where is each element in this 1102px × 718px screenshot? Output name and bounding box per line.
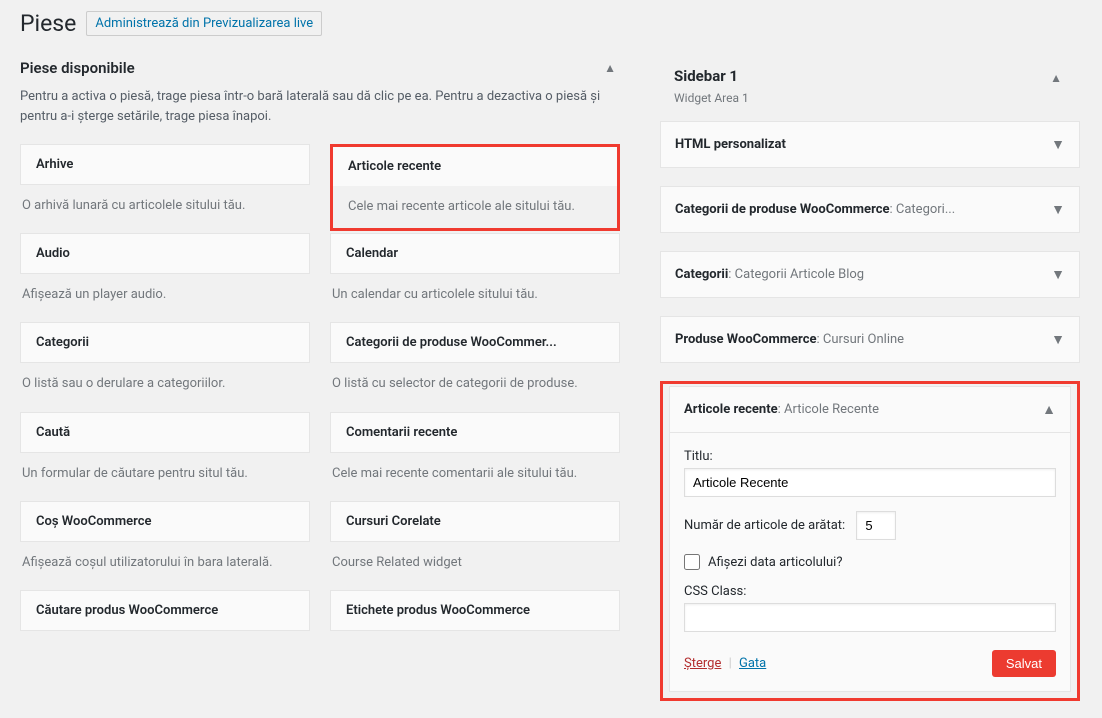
widget-available-categorii-woo[interactable]: Categorii de produse WooCommer... xyxy=(330,322,620,363)
page-title: Piese xyxy=(20,10,76,37)
widget-header-toggle[interactable]: Articole recente: Articole Recente ▲ xyxy=(670,387,1070,432)
widget-title: Categorii de produse WooCommerce xyxy=(675,202,890,217)
widget-title: Articole recente xyxy=(684,402,778,417)
widget-desc: Afișează coșul utilizatorului în bara la… xyxy=(20,542,310,590)
widget-desc: Course Related widget xyxy=(330,542,620,590)
widget-available-categorii[interactable]: Categorii xyxy=(20,322,310,363)
widget-title: Produse WooCommerce xyxy=(675,332,816,347)
live-preview-link[interactable]: Administrează din Previzualizarea live xyxy=(86,11,322,36)
title-input[interactable] xyxy=(684,468,1056,497)
sidebar-widget-articole-recente-open: Articole recente: Articole Recente ▲ Tit… xyxy=(669,386,1071,692)
count-input[interactable] xyxy=(856,511,896,540)
widget-desc: O arhivă lunară cu articolele sitului tă… xyxy=(20,185,310,233)
chevron-down-icon: ▼ xyxy=(1051,266,1065,283)
widget-available-audio[interactable]: Audio xyxy=(20,233,310,274)
widget-available-cursuri[interactable]: Cursuri Corelate xyxy=(330,501,620,542)
widget-desc: Cele mai recente articole ale sitului tă… xyxy=(333,186,617,228)
widget-available-comentarii[interactable]: Comentarii recente xyxy=(330,412,620,453)
sidebar-widget-categorii[interactable]: Categorii: Categorii Articole Blog ▼ xyxy=(660,251,1080,298)
widget-desc: Cele mai recente comentarii ale sitului … xyxy=(330,453,620,501)
widget-available-cauta[interactable]: Caută xyxy=(20,412,310,453)
widget-title: HTML personalizat xyxy=(675,137,786,152)
title-label: Titlu: xyxy=(684,449,1056,464)
widget-available-calendar[interactable]: Calendar xyxy=(330,233,620,274)
separator: | xyxy=(729,656,732,671)
show-date-checkbox[interactable] xyxy=(684,554,700,570)
collapse-available-icon[interactable]: ▲ xyxy=(600,57,620,79)
widget-desc: Afișează un player audio. xyxy=(20,274,310,322)
sidebar-area-subtitle: Widget Area 1 xyxy=(674,91,749,105)
chevron-down-icon: ▼ xyxy=(1051,136,1065,153)
saved-button[interactable]: Salvat xyxy=(992,650,1056,677)
widget-available-etichete-produs[interactable]: Etichete produs WooCommerce xyxy=(330,590,620,631)
chevron-up-icon: ▲ xyxy=(1042,401,1056,418)
chevron-down-icon: ▼ xyxy=(1051,201,1065,218)
done-link[interactable]: Gata xyxy=(739,656,766,671)
widget-available-arhive[interactable]: Arhive xyxy=(20,144,310,185)
widget-desc: Un formular de căutare pentru situl tău. xyxy=(20,453,310,501)
available-widgets-title: Piese disponibile xyxy=(20,59,135,77)
widget-subtitle: : Categori... xyxy=(890,202,956,217)
cssclass-label: CSS Class: xyxy=(684,584,1056,599)
widget-desc: O listă sau o derulare a categoriilor. xyxy=(20,363,310,411)
sidebar-widget-produse-woo[interactable]: Produse WooCommerce: Cursuri Online ▼ xyxy=(660,316,1080,363)
sidebar-area-title: Sidebar 1 xyxy=(674,67,749,85)
widget-subtitle: : Articole Recente xyxy=(778,402,879,417)
widget-subtitle: : Categorii Articole Blog xyxy=(728,267,864,282)
widget-available-articole-recente[interactable]: Articole recente xyxy=(333,147,617,186)
widget-available-cautare-produs[interactable]: Căutare produs WooCommerce xyxy=(20,590,310,631)
show-date-label: Afișezi data articolului? xyxy=(708,555,842,570)
widget-desc: O listă cu selector de categorii de prod… xyxy=(330,363,620,411)
delete-link[interactable]: Șterge xyxy=(684,656,721,671)
sidebar-widget-html[interactable]: HTML personalizat ▼ xyxy=(660,121,1080,168)
available-widgets-desc: Pentru a activa o piesă, trage piesa înt… xyxy=(20,87,620,126)
cssclass-input[interactable] xyxy=(684,603,1056,632)
sidebar-widget-woo-cat[interactable]: Categorii de produse WooCommerce: Catego… xyxy=(660,186,1080,233)
chevron-down-icon: ▼ xyxy=(1051,331,1065,348)
count-label: Număr de articole de arătat: xyxy=(684,518,845,533)
widget-title: Categorii xyxy=(675,267,728,282)
widget-desc: Un calendar cu articolele sitului tău. xyxy=(330,274,620,322)
widget-available-cos-woo[interactable]: Coș WooCommerce xyxy=(20,501,310,542)
collapse-sidebar-icon[interactable]: ▲ xyxy=(1046,67,1066,89)
widget-subtitle: : Cursuri Online xyxy=(816,332,904,347)
